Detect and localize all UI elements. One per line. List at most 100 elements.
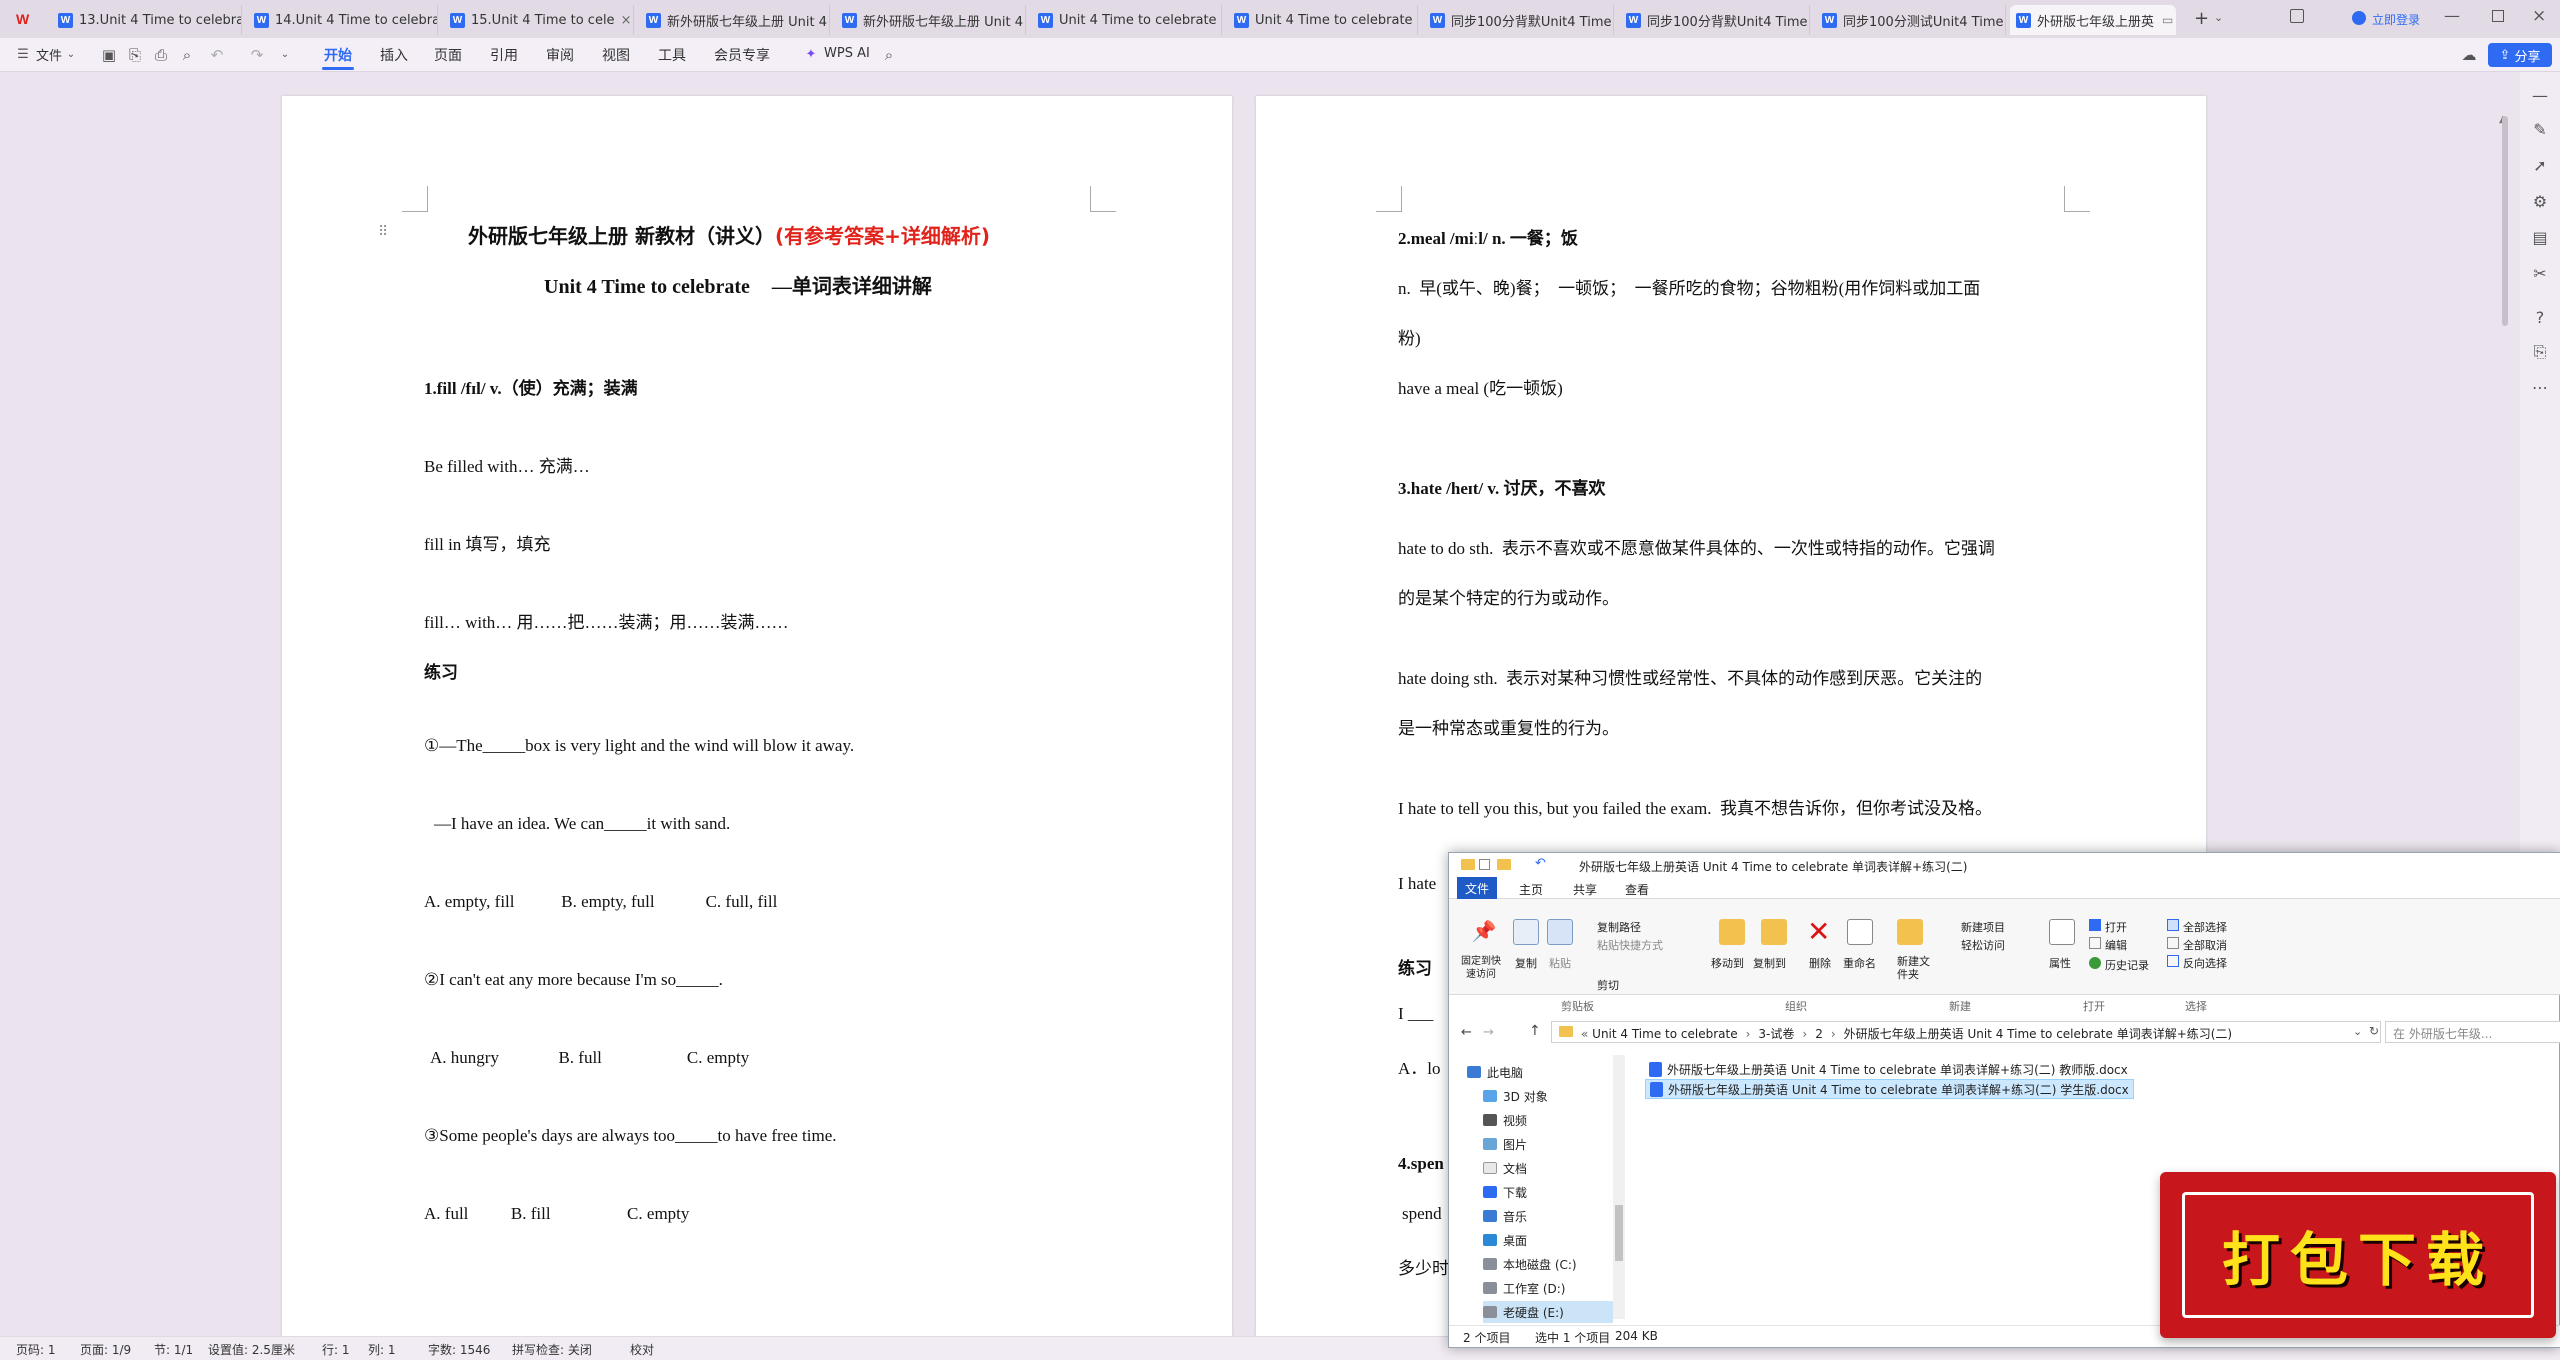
paste-button[interactable]: 粘贴 (1549, 955, 1571, 971)
select-cursor-icon[interactable]: ➚ (2530, 156, 2550, 176)
chevron-down-icon[interactable]: ⌄ (2353, 1025, 2362, 1038)
history-button[interactable]: 历史记录 (2105, 957, 2149, 973)
refresh-icon[interactable]: ↻ (2369, 1024, 2379, 1038)
cloud-sync-icon[interactable]: ☁ (2460, 46, 2478, 64)
delete-icon[interactable]: ✕ (1807, 915, 1830, 948)
breadcrumb-item[interactable]: 3-试卷 (1758, 1027, 1794, 1041)
move-to-button[interactable]: 移动到 (1711, 955, 1744, 971)
invert-selection-button[interactable]: 反向选择 (2183, 955, 2227, 971)
menu-home[interactable]: 开始 (324, 45, 352, 65)
breadcrumb-item[interactable]: 外研版七年级上册英语 Unit 4 Time to celebrate 单词表详… (1844, 1027, 2232, 1041)
nav-scrollbar[interactable] (1613, 1055, 1625, 1319)
back-icon[interactable]: ← (1461, 1025, 1472, 1040)
properties-button[interactable]: 属性 (2049, 955, 2071, 971)
pin-quick-access-button[interactable]: 固定到快速访问 (1457, 955, 1505, 981)
checkbox-icon[interactable] (1479, 859, 1490, 870)
help-icon[interactable]: ? (2530, 308, 2550, 328)
menu-review[interactable]: 审阅 (546, 45, 574, 65)
ribbon-tab-file[interactable]: 文件 (1457, 877, 1497, 899)
more-icon[interactable]: ⋯ (2530, 378, 2550, 398)
nav-item-videos[interactable]: 视频 (1483, 1109, 1527, 1131)
copy-button[interactable]: 复制 (1515, 955, 1537, 971)
window-layout-icon[interactable] (2290, 9, 2304, 23)
easy-access-button[interactable]: 轻松访问 (1961, 937, 2005, 953)
close-window-icon[interactable]: × (2532, 6, 2546, 26)
edit-pen-icon[interactable]: ✎ (2530, 120, 2550, 140)
review-icon[interactable]: ▤ (2530, 228, 2550, 248)
ribbon-tab-share[interactable]: 共享 (1573, 881, 1597, 898)
scroll-thumb[interactable] (2502, 116, 2508, 326)
menu-tools[interactable]: 工具 (658, 45, 686, 65)
print-preview-icon[interactable]: ⌕ (178, 46, 196, 64)
avatar[interactable] (2352, 11, 2366, 25)
edit-button[interactable]: 编辑 (2105, 937, 2127, 953)
nav-item-3d[interactable]: 3D 对象 (1483, 1085, 1548, 1107)
rename-icon[interactable] (1847, 919, 1873, 945)
redo-icon[interactable]: ↷ (248, 46, 266, 64)
paste-shortcut-button[interactable]: 粘贴快捷方式 (1597, 937, 1663, 953)
nav-item-documents[interactable]: 文档 (1483, 1157, 1527, 1179)
save-icon[interactable]: ▣ (100, 46, 118, 64)
download-banner[interactable]: 打包下载 (2160, 1172, 2556, 1338)
menu-page[interactable]: 页面 (434, 45, 462, 65)
document-tab[interactable]: W 13.Unit 4 Time to celebrat (52, 5, 242, 35)
document-tab-active[interactable]: W外研版七年级上册英▭× (2010, 5, 2176, 35)
share-button[interactable]: ⇪ 分享 (2488, 43, 2552, 67)
nav-item-music[interactable]: 音乐 (1483, 1205, 1527, 1227)
tools-icon[interactable]: ✂ (2530, 264, 2550, 284)
paste-icon[interactable] (1547, 919, 1573, 945)
document-tab[interactable]: W 同步100分背默Unit4 Time (1424, 5, 1614, 35)
up-icon[interactable]: ↑ (1529, 1023, 1541, 1039)
document-tab[interactable]: W 同步100分背默Unit4 Time (1620, 5, 1810, 35)
pin-icon[interactable]: 📌 (1471, 919, 1497, 945)
undo-icon[interactable]: ↶ (208, 46, 226, 64)
copy-to-button[interactable]: 复制到 (1753, 955, 1786, 971)
search-icon[interactable]: ⌕ (880, 46, 898, 64)
document-tab[interactable]: W 新外研版七年级上册 Unit 4 (836, 5, 1026, 35)
move-to-icon[interactable] (1719, 919, 1745, 945)
nav-item-drive-d[interactable]: 工作室 (D:) (1483, 1277, 1565, 1299)
status-word-count[interactable]: 字数: 1546 (428, 1341, 490, 1358)
document-tab[interactable]: W 15.Unit 4 Time to cele × (444, 5, 634, 35)
wps-ai-button[interactable]: WPS AI (824, 46, 870, 61)
ribbon-tab-home[interactable]: 主页 (1519, 881, 1543, 898)
nav-item-pictures[interactable]: 图片 (1483, 1133, 1527, 1155)
document-tab[interactable]: W Unit 4 Time to celebrate (1032, 5, 1222, 35)
cut-button[interactable]: 剪切 (1597, 977, 1619, 993)
undo-icon[interactable]: ↶ (1535, 856, 1546, 871)
status-spell-check[interactable]: 拼写检查: 关闭 (512, 1341, 592, 1358)
monitor-icon[interactable]: ▭ (2162, 13, 2173, 27)
chevron-down-icon[interactable]: ⌄ (276, 46, 294, 64)
rename-button[interactable]: 重命名 (1843, 955, 1876, 971)
nav-item-desktop[interactable]: 桌面 (1483, 1229, 1527, 1251)
open-button[interactable]: 打开 (2105, 919, 2127, 935)
select-all-button[interactable]: 全部选择 (2183, 919, 2227, 935)
properties-icon[interactable] (2049, 919, 2075, 945)
document-tab[interactable]: W 新外研版七年级上册 Unit 4 (640, 5, 830, 35)
wps-ai-icon[interactable]: ✦ (802, 46, 820, 64)
minimize-icon[interactable]: — (2444, 6, 2460, 25)
nav-scroll-thumb[interactable] (1615, 1205, 1623, 1261)
export-icon[interactable]: ⎘ (126, 46, 144, 64)
close-icon[interactable]: × (2173, 13, 2176, 28)
settings-sliders-icon[interactable]: ⚙ (2530, 192, 2550, 212)
menu-reference[interactable]: 引用 (490, 45, 518, 65)
chevron-down-icon[interactable]: ⌄ (62, 46, 80, 64)
nav-item-drive-e[interactable]: 老硬盘 (E:) (1483, 1301, 1613, 1323)
breadcrumb-item[interactable]: 2 (1815, 1027, 1823, 1041)
menu-insert[interactable]: 插入 (380, 45, 408, 65)
status-pages[interactable]: 页面: 1/9 (80, 1341, 131, 1358)
login-link[interactable]: 立即登录 (2372, 11, 2420, 28)
breadcrumb-overflow[interactable]: « (1581, 1027, 1592, 1041)
copy-to-icon[interactable] (1761, 919, 1787, 945)
nav-item-drive-c[interactable]: 本地磁盘 (C:) (1483, 1253, 1577, 1275)
forward-icon[interactable]: → (1483, 1025, 1494, 1040)
menu-member[interactable]: 会员专享 (714, 45, 770, 65)
document-tab[interactable]: W Unit 4 Time to celebrate (1228, 5, 1418, 35)
print-icon[interactable]: ⎙ (152, 46, 170, 64)
menu-icon[interactable]: ☰ (14, 46, 32, 64)
breadcrumb-item[interactable]: Unit 4 Time to celebrate (1592, 1027, 1737, 1041)
file-menu[interactable]: 文件 (36, 45, 62, 64)
new-item-button[interactable]: 新建项目 (1961, 919, 2005, 935)
collapse-icon[interactable]: — (2530, 86, 2550, 106)
